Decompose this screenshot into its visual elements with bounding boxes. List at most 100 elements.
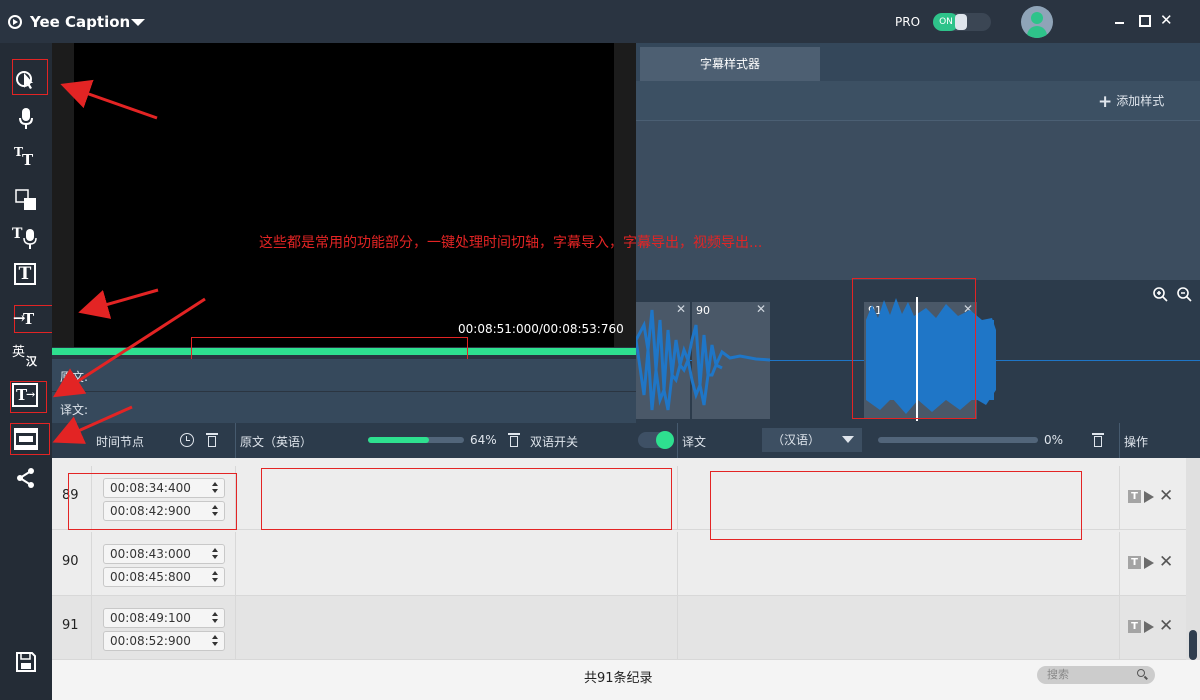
video-canvas[interactable] xyxy=(74,43,614,347)
bilingual-toggle[interactable] xyxy=(638,431,674,449)
text-style-icon[interactable]: T xyxy=(1128,620,1141,633)
pro-toggle-knob xyxy=(955,14,967,30)
english-glyph: 英 xyxy=(12,345,26,360)
text-size-large-glyph: T xyxy=(22,151,34,169)
play-icon[interactable] xyxy=(1144,491,1154,503)
clock-icon[interactable] xyxy=(180,433,194,447)
start-time-stepper[interactable]: 00:08:43:000 xyxy=(103,544,225,564)
trash-icon[interactable] xyxy=(508,433,520,447)
col-translation-header: 译文 xyxy=(682,435,707,449)
text-style-icon[interactable]: T xyxy=(1128,490,1141,503)
cell-divider xyxy=(1119,466,1120,530)
original-progress-text: 64% xyxy=(470,433,497,447)
text-style-icon[interactable]: T xyxy=(1128,556,1141,569)
row-ops: T ✕ xyxy=(1126,486,1186,508)
table-row[interactable]: 90 00:08:43:000 00:08:45:800 T ✕ xyxy=(52,532,1186,596)
zoom-in-icon[interactable] xyxy=(1152,286,1168,302)
chinese-glyph: 汉 xyxy=(26,355,37,368)
row-ops: T ✕ xyxy=(1126,552,1186,574)
import-text-glyph: T xyxy=(23,310,35,328)
cell-divider xyxy=(91,532,92,596)
scrollbar-thumb[interactable] xyxy=(1189,630,1197,660)
microphone-tool-icon[interactable] xyxy=(12,104,40,132)
video-export-icon[interactable] xyxy=(12,425,40,453)
title-bar: Yee Caption PRO ON ✕ xyxy=(0,0,1200,43)
play-icon[interactable] xyxy=(1144,557,1154,569)
microphone-small-icon xyxy=(23,229,37,249)
col-divider xyxy=(1119,423,1120,458)
cell-divider xyxy=(91,596,92,660)
delete-icon[interactable]: ✕ xyxy=(1159,486,1173,506)
delete-icon[interactable]: ✕ xyxy=(1159,552,1173,572)
row-number: 91 xyxy=(62,618,79,633)
text-box-tool-icon[interactable]: T xyxy=(12,263,40,291)
translation-progress-text: 0% xyxy=(1044,433,1064,447)
video-timecode: 00:08:51:000/00:08:53:760 xyxy=(458,322,624,336)
highlight-box xyxy=(852,278,976,419)
cell-divider xyxy=(1119,596,1120,660)
language-select[interactable]: （汉语） xyxy=(762,428,862,452)
plus-icon: + xyxy=(1098,92,1113,112)
pointer-tool-icon[interactable] xyxy=(12,65,40,93)
add-style-button[interactable]: + 添加样式 xyxy=(1098,92,1164,112)
user-head-icon xyxy=(1031,12,1043,24)
floppy-disk-icon xyxy=(16,652,36,672)
col-original-header: 原文（英语） xyxy=(240,435,313,449)
search-input[interactable]: 搜索 xyxy=(1037,666,1155,684)
avatar[interactable] xyxy=(1021,6,1053,38)
cell-divider xyxy=(235,532,236,596)
table-scrollbar[interactable] xyxy=(1186,458,1200,660)
app-logo-icon xyxy=(8,15,22,29)
translation-subtitle-label: 译文: xyxy=(60,403,89,417)
subtitle-export-icon[interactable]: T → xyxy=(12,383,40,411)
original-progress-fill xyxy=(368,437,430,443)
cell-divider xyxy=(677,596,678,660)
original-subtitle-row[interactable]: 原文: xyxy=(52,359,636,391)
share-tool-icon[interactable] xyxy=(12,464,40,492)
play-icon[interactable] xyxy=(1144,621,1154,633)
highlight-box xyxy=(68,473,237,530)
cell-divider xyxy=(677,466,678,530)
zoom-out-glyph xyxy=(1177,287,1192,302)
search-icon[interactable] xyxy=(1137,669,1145,677)
trash-icon[interactable] xyxy=(1092,433,1104,447)
style-tab-strip: 字幕样式器 xyxy=(636,43,1200,81)
table-row[interactable]: 91 00:08:49:100 00:08:52:900 T ✕ xyxy=(52,596,1186,660)
export-arrow-glyph: → xyxy=(26,388,36,401)
add-style-label: 添加样式 xyxy=(1116,94,1165,108)
text-voice-tool-icon[interactable]: T xyxy=(12,224,40,252)
delete-icon[interactable]: ✕ xyxy=(1159,616,1173,636)
start-time-stepper[interactable]: 00:08:49:100 xyxy=(103,608,225,628)
maximize-button[interactable] xyxy=(1137,13,1151,27)
pro-toggle[interactable]: ON xyxy=(933,13,991,31)
save-icon[interactable] xyxy=(12,648,40,676)
bilingual-label: 双语开关 xyxy=(530,435,579,449)
end-time-stepper[interactable]: 00:08:45:800 xyxy=(103,567,225,587)
record-count: 共91条纪录 xyxy=(584,671,653,686)
chevron-down-icon[interactable] xyxy=(131,19,145,26)
end-time-stepper[interactable]: 00:08:52:900 xyxy=(103,631,225,651)
shape-tool-icon[interactable] xyxy=(12,185,40,213)
close-button[interactable]: ✕ xyxy=(1160,13,1174,28)
overlap-squares-icon xyxy=(15,189,36,210)
toggle-knob xyxy=(656,431,674,449)
annotation-text: 这些都是常用的功能部分，一键处理时间切轴，字幕导入，字幕导出，视频导出... xyxy=(259,235,763,251)
bilingual-tool-icon[interactable]: 英 汉 xyxy=(12,343,40,371)
translation-subtitle-row[interactable]: 译文: xyxy=(52,392,636,424)
cursor-icon xyxy=(16,71,33,89)
minimize-button[interactable] xyxy=(1113,13,1127,27)
zoom-out-icon[interactable] xyxy=(1176,286,1192,302)
film-strip-icon xyxy=(14,428,38,450)
pro-label: PRO xyxy=(895,15,921,29)
trash-icon[interactable] xyxy=(206,433,218,447)
subtitle-import-icon[interactable]: → T xyxy=(12,305,40,333)
row-ops: T ✕ xyxy=(1126,616,1186,638)
tab-subtitle-style[interactable]: 字幕样式器 xyxy=(640,47,820,81)
original-subtitle-label: 原文: xyxy=(60,370,89,384)
col-divider xyxy=(677,423,678,458)
original-progress-bar xyxy=(368,437,464,443)
col-ops-header: 操作 xyxy=(1124,435,1149,449)
highlight-box xyxy=(710,471,1082,540)
text-size-tool-icon[interactable]: T T xyxy=(12,144,40,172)
translation-progress-bar xyxy=(878,437,1038,443)
